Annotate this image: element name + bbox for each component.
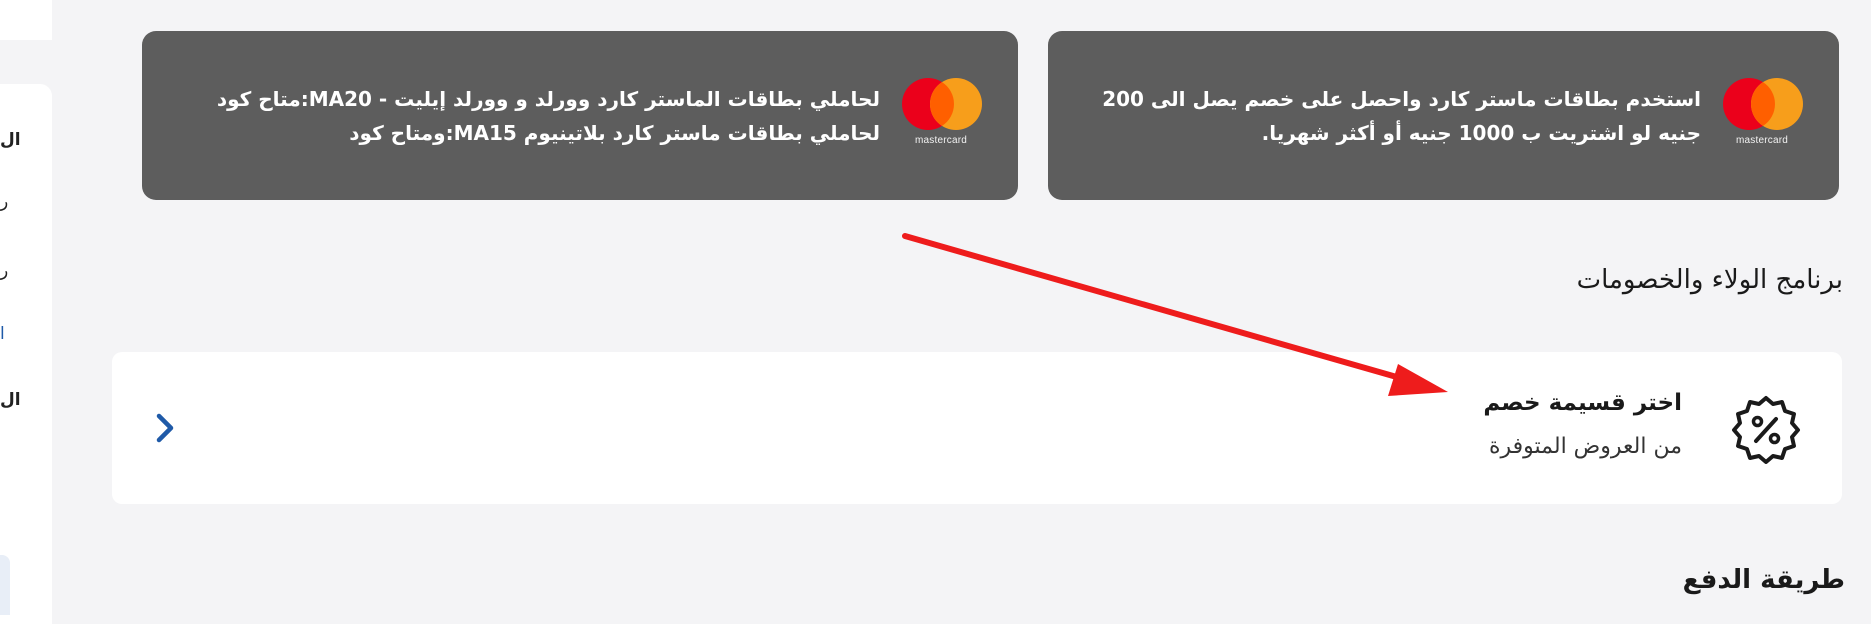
sidebar-text-1: ال [0,130,21,150]
discount-option-subtitle: من العروض المتوفرة [1488,434,1682,459]
sidebar-top-panel [0,0,52,40]
payment-method-title: طريقة الدفع [1682,565,1845,595]
mastercard-circles-icon [902,77,982,130]
sidebar-text-3: ر [0,261,9,281]
promo-card-mastercard-codes: mastercard لحاملي بطاقات الماستر كارد وو… [142,31,1018,200]
promo-card-mastercard-cashback: mastercard استخدم بطاقات ماستر كارد واحص… [1048,31,1839,200]
sidebar-link-4[interactable]: ا [0,324,22,344]
promo-line-2: لحاملي بطاقات ماستر كارد بلاتينيوم MA15:… [349,120,880,145]
mastercard-logo-icon: mastercard [898,76,984,154]
mastercard-logo-icon: mastercard [1719,76,1805,154]
promo-line-1: لحاملي بطاقات الماستر كارد وورلد و وورلد… [216,86,880,111]
promo-line-2: جنيه لو اشتريت ب 1000 جنيه أو أكثر شهريا… [1261,120,1701,145]
sidebar-panel: ال ر ر ا ال [0,84,52,624]
promo-text: استخدم بطاقات ماستر كارد واحصل على خصم ي… [1048,82,1701,150]
sidebar-text-2: ر [0,192,9,212]
discount-badge-icon [1732,396,1800,464]
discount-option-title: اختر قسيمة خصم [1483,390,1682,416]
mastercard-wordmark: mastercard [914,134,967,146]
choose-discount-voucher-row[interactable]: اختر قسيمة خصم من العروض المتوفرة [112,352,1842,504]
promo-text: لحاملي بطاقات الماستر كارد وورلد و وورلد… [142,82,880,150]
sidebar-bottom-chip [0,555,10,615]
mastercard-wordmark: mastercard [1735,134,1788,146]
mastercard-circles-icon [1723,77,1803,130]
chevron-right-icon[interactable] [150,408,180,448]
loyalty-section-title: برنامج الولاء والخصومات [1576,265,1843,295]
sidebar-text-5: ال [0,390,21,410]
promo-line-1: استخدم بطاقات ماستر كارد واحصل على خصم ي… [1102,86,1701,111]
